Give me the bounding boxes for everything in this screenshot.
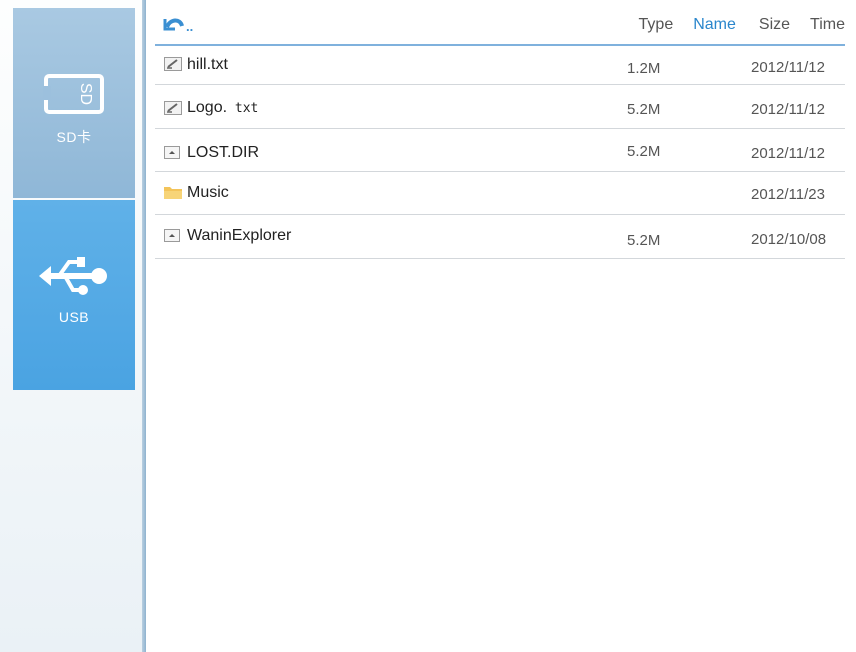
file-size: 5.2M <box>627 143 661 160</box>
file-name: Music <box>187 184 229 201</box>
file-time: 2012/11/12 <box>751 145 825 162</box>
back-button[interactable]: .. <box>162 16 193 37</box>
folder-icon <box>164 185 182 204</box>
file-size: 5.2M <box>627 232 661 249</box>
image-file-icon <box>164 229 180 247</box>
file-row[interactable]: hill.txt 1.2M 2012/11/12 <box>155 46 845 85</box>
sd-card-icon: SD <box>43 72 105 121</box>
usb-icon <box>39 254 109 303</box>
sort-options: Type Name Size Time <box>639 16 845 34</box>
parent-dir-label: .. <box>186 19 194 34</box>
sort-by-time[interactable]: Time <box>810 16 845 34</box>
file-size: 5.2M <box>627 101 661 118</box>
sort-by-type[interactable]: Type <box>639 16 674 34</box>
text-file-icon <box>164 101 182 120</box>
image-file-icon <box>164 146 180 164</box>
file-name: hill.txt <box>187 56 228 73</box>
sidebar-item-usb[interactable]: USB <box>13 200 135 390</box>
file-row[interactable]: LOST.DIR 5.2M 2012/11/12 <box>155 129 845 172</box>
sidebar-item-label: SD卡 <box>56 129 92 145</box>
sidebar-item-label: USB <box>58 309 90 325</box>
sidebar-divider <box>142 0 146 652</box>
file-row[interactable]: Logo. txt 5.2M 2012/11/12 <box>155 85 845 129</box>
file-row[interactable]: Music 2012/11/23 <box>155 172 845 215</box>
file-row[interactable]: WaninExplorer 5.2M 2012/10/08 <box>155 215 845 259</box>
svg-text:SD: SD <box>77 83 94 105</box>
file-name: LOST.DIR <box>187 144 260 161</box>
sidebar-item-sd-card[interactable]: SD SD卡 <box>13 8 135 198</box>
file-name: WaninExplorer <box>187 227 292 244</box>
back-arrow-icon <box>162 16 184 37</box>
file-size: 1.2M <box>627 60 661 77</box>
file-time: 2012/11/12 <box>751 59 825 76</box>
text-file-icon <box>164 57 182 76</box>
sort-by-name[interactable]: Name <box>693 16 736 34</box>
file-name: Logo. txt <box>187 99 259 116</box>
file-list: hill.txt 1.2M 2012/11/12 Logo. txt 5.2M … <box>155 46 845 259</box>
file-time: 2012/11/23 <box>751 186 825 203</box>
sort-by-size[interactable]: Size <box>759 16 790 34</box>
toolbar: .. Type Name Size Time <box>155 8 845 44</box>
file-time: 2012/10/08 <box>751 231 827 248</box>
file-time: 2012/11/12 <box>751 101 825 118</box>
